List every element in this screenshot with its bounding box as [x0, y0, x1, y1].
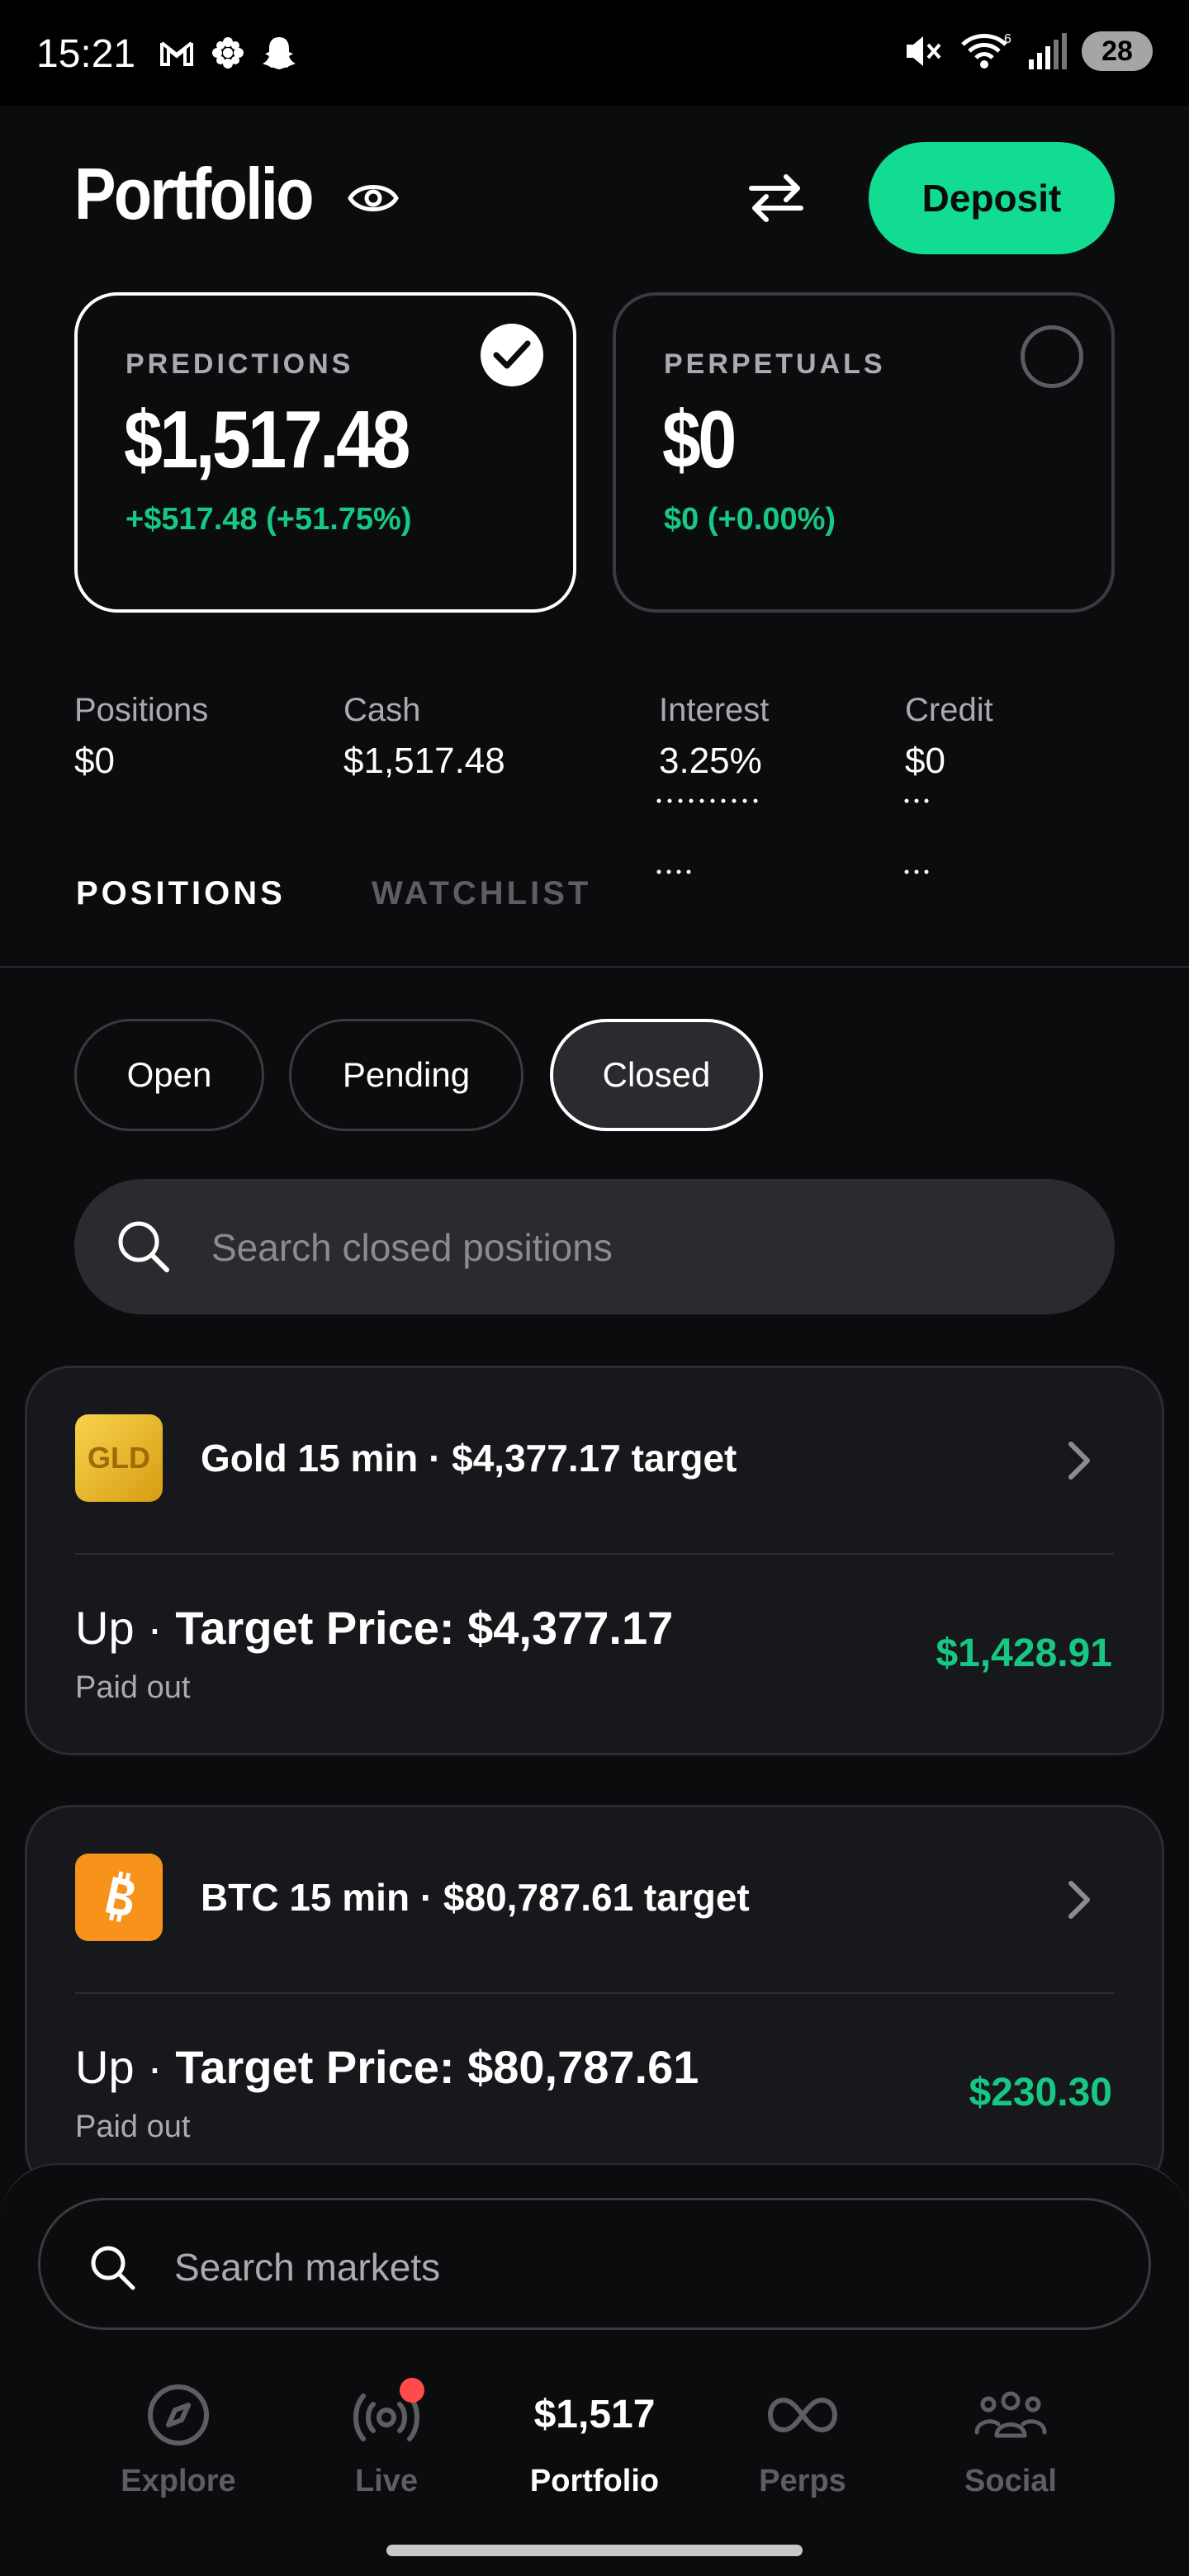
nav-label: Perps — [759, 2464, 846, 2498]
filter-open-button[interactable]: Open — [74, 1019, 264, 1131]
status-indicators: 6 28 — [902, 31, 1153, 71]
account-value: $1,517.48 — [124, 394, 410, 485]
app-screen: 15:21 6 28 Portfolio Deposit PREDICTIONS… — [0, 0, 1189, 2576]
tab-divider — [0, 966, 1189, 968]
tab-positions[interactable]: POSITIONS — [76, 875, 286, 912]
wifi-badge: 6 — [1004, 32, 1011, 46]
gmail-icon — [160, 41, 193, 66]
interest-underline-dots — [656, 798, 758, 874]
position-target-line: Up · Target Price: $80,787.61 — [75, 2040, 699, 2094]
position-card[interactable]: GLD Gold 15 min · $4,377.17 target Up · … — [25, 1366, 1164, 1755]
account-label: PERPETUALS — [664, 348, 886, 380]
bottom-sheet: Search markets — [0, 2163, 1189, 2576]
status-time: 15:21 — [36, 32, 136, 76]
account-change: $0 (+0.00%) — [664, 502, 836, 537]
account-value: $0 — [662, 394, 737, 485]
status-app-icons — [157, 33, 299, 73]
position-title: BTC 15 min · $80,787.61 target — [201, 1876, 750, 1919]
nav-live[interactable]: Live — [304, 2378, 469, 2499]
position-status: Paid out — [75, 1670, 191, 1705]
position-target-price: Target Price: $4,377.17 — [175, 1602, 674, 1654]
tab-watchlist[interactable]: WATCHLIST — [372, 875, 591, 912]
nav-label: Explore — [121, 2464, 236, 2498]
radio-unselected-icon — [1021, 325, 1083, 388]
search-icon — [91, 2246, 135, 2290]
credit-underline-dots — [904, 798, 929, 874]
stat-value: 3.25% — [659, 741, 762, 781]
nav-label: Live — [354, 2464, 419, 2498]
swap-arrows-icon[interactable] — [746, 172, 806, 225]
nav-social[interactable]: Social — [928, 2378, 1093, 2499]
chevron-right-icon — [1068, 1442, 1090, 1480]
position-divider — [75, 1553, 1114, 1555]
position-direction: Up · — [75, 1602, 176, 1654]
predictions-account-card[interactable]: PREDICTIONS $1,517.48 +$517.48 (+51.75%) — [74, 292, 576, 613]
search-icon — [118, 1221, 169, 1272]
position-direction: Up · — [75, 2041, 176, 2093]
position-target-line: Up · Target Price: $4,377.17 — [75, 1601, 673, 1655]
gold-icon: GLD — [75, 1414, 163, 1502]
position-status: Paid out — [75, 2110, 191, 2144]
stat-cash: Cash $1,517.48 — [343, 692, 505, 782]
stat-value: $1,517.48 — [343, 741, 505, 781]
stat-label: Interest — [659, 692, 770, 728]
filter-closed-button[interactable]: Closed — [550, 1019, 763, 1131]
broadcast-icon — [304, 2378, 469, 2452]
search-markets-input[interactable]: Search markets — [38, 2198, 1151, 2330]
notification-dot — [400, 2378, 424, 2403]
home-indicator — [386, 2545, 803, 2556]
stat-label: Positions — [74, 692, 209, 728]
page-title: Portfolio — [74, 153, 314, 234]
snapchat-icon — [263, 37, 296, 69]
check-icon — [481, 324, 543, 386]
stat-credit[interactable]: Credit $0 — [905, 692, 993, 782]
filter-pending-button[interactable]: Pending — [289, 1019, 523, 1131]
status-bar: 15:21 6 28 — [0, 0, 1189, 106]
position-card[interactable]: BTC 15 min · $80,787.61 target Up · Targ… — [25, 1805, 1164, 2195]
wifi-icon: 6 — [961, 32, 1011, 69]
stat-interest[interactable]: Interest 3.25% — [659, 692, 769, 782]
nav-portfolio[interactable]: $1,517 Portfolio — [512, 2378, 677, 2499]
chevron-right-icon — [1068, 1881, 1090, 1919]
eye-icon[interactable] — [347, 175, 400, 221]
search-closed-positions-input[interactable]: Search closed positions — [74, 1179, 1115, 1314]
compass-icon — [96, 2378, 261, 2452]
deposit-button[interactable]: Deposit — [869, 142, 1115, 254]
position-divider — [75, 1992, 1114, 1994]
position-target-price: Target Price: $80,787.61 — [175, 2041, 699, 2093]
stat-value: $0 — [905, 741, 945, 781]
nav-label: Social — [964, 2464, 1057, 2498]
mute-icon — [907, 36, 941, 66]
cell-signal-icon — [1029, 33, 1067, 69]
account-label: PREDICTIONS — [126, 348, 354, 380]
stat-value: $0 — [74, 741, 115, 781]
search-placeholder: Search closed positions — [211, 1226, 613, 1269]
position-title: Gold 15 min · $4,377.17 target — [201, 1437, 737, 1480]
battery-indicator: 28 — [1082, 31, 1153, 71]
account-change: +$517.48 (+51.75%) — [126, 502, 412, 537]
search-placeholder: Search markets — [174, 2246, 441, 2289]
position-amount: $230.30 — [969, 2071, 1112, 2114]
nav-label: Portfolio — [529, 2464, 660, 2498]
nav-perps[interactable]: Perps — [720, 2378, 885, 2499]
perpetuals-account-card[interactable]: PERPETUALS $0 $0 (+0.00%) — [613, 292, 1115, 613]
bitcoin-icon — [75, 1854, 163, 1941]
infinity-icon — [720, 2378, 885, 2452]
position-amount: $1,428.91 — [936, 1631, 1112, 1675]
nav-portfolio-amount: $1,517 — [533, 2393, 656, 2436]
nav-explore[interactable]: Explore — [96, 2378, 261, 2499]
stat-positions: Positions $0 — [74, 692, 208, 782]
stat-label: Cash — [343, 692, 421, 728]
flower-app-icon — [212, 37, 244, 69]
stat-label: Credit — [905, 692, 993, 728]
people-icon — [928, 2378, 1093, 2452]
